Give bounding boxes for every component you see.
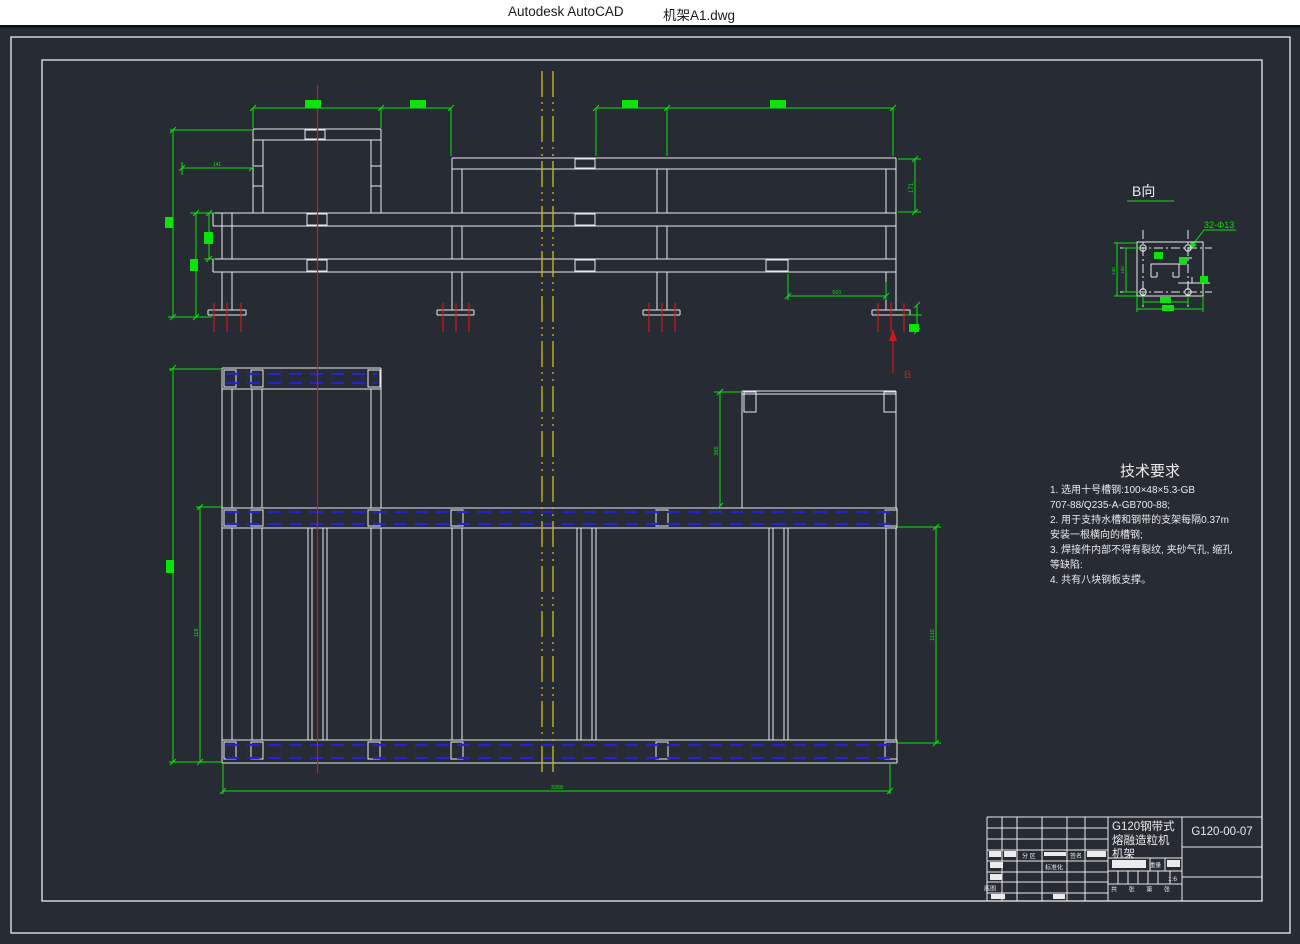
label-base-drawing: 底图: [984, 885, 996, 893]
dim-plan-overall-length: 3358: [551, 785, 563, 791]
tech-req-line: 安装一根横向的槽钢;: [1050, 528, 1143, 541]
dim-front-bottom-width: 501: [832, 290, 841, 296]
product-name-line3: 机架: [1112, 847, 1135, 861]
autocad-window: Autodesk AutoCAD 机架A1.dwg: [0, 0, 1300, 944]
label-weight: 重量: [1150, 861, 1162, 869]
drawing-scale: 1:6: [1168, 876, 1177, 883]
product-name-line1: G120钢带式: [1112, 820, 1175, 833]
label-signature: 签名: [1070, 852, 1082, 860]
drawing-canvas-svg: B 171 501 141 3358 118: [0, 0, 1300, 944]
dim-plan-left-height: 118: [194, 629, 200, 638]
tech-req-line: 1. 选用十号槽钢:100×48×5.3-GB: [1050, 483, 1195, 496]
dim-front-left-small: 141: [213, 162, 222, 168]
dim-plan-upper-height: 365: [714, 446, 720, 455]
tech-requirements-title: 技术要求: [1120, 463, 1180, 480]
b-arrow-label: B: [904, 369, 911, 381]
product-name-line2: 熔融造粒机: [1112, 833, 1170, 847]
hole-callout: 32-Φ13: [1204, 220, 1234, 230]
dim-plan-right-height: 1110: [930, 629, 936, 640]
tech-req-line: 3. 焊接件内部不得有裂纹, 夹砂气孔, 缩孔: [1050, 543, 1232, 556]
tech-req-line: 707-88/Q235-A-GB700-88;: [1050, 500, 1170, 511]
label-standardization: 标准化: [1045, 864, 1063, 872]
dim-front-right-height: 171: [909, 182, 915, 193]
dim-bview-left-inner: 100: [1120, 266, 1125, 274]
tech-req-line: 4. 共有八块钢板支撑。: [1050, 573, 1151, 586]
tech-req-line: 等缺陷:: [1050, 558, 1083, 571]
drawing-number: G120-00-07: [1191, 826, 1252, 838]
label-zone: 分 区: [1022, 852, 1036, 860]
label-sheet-count: 共 张 第 张: [1111, 886, 1175, 894]
titlebar-divider: [0, 25, 1300, 28]
b-view-title: B向: [1132, 183, 1155, 199]
dim-bview-left-outer: 140: [1111, 267, 1116, 275]
tech-req-line: 2. 用于支持水槽和钢带的支架每隔0.37m: [1050, 513, 1229, 526]
